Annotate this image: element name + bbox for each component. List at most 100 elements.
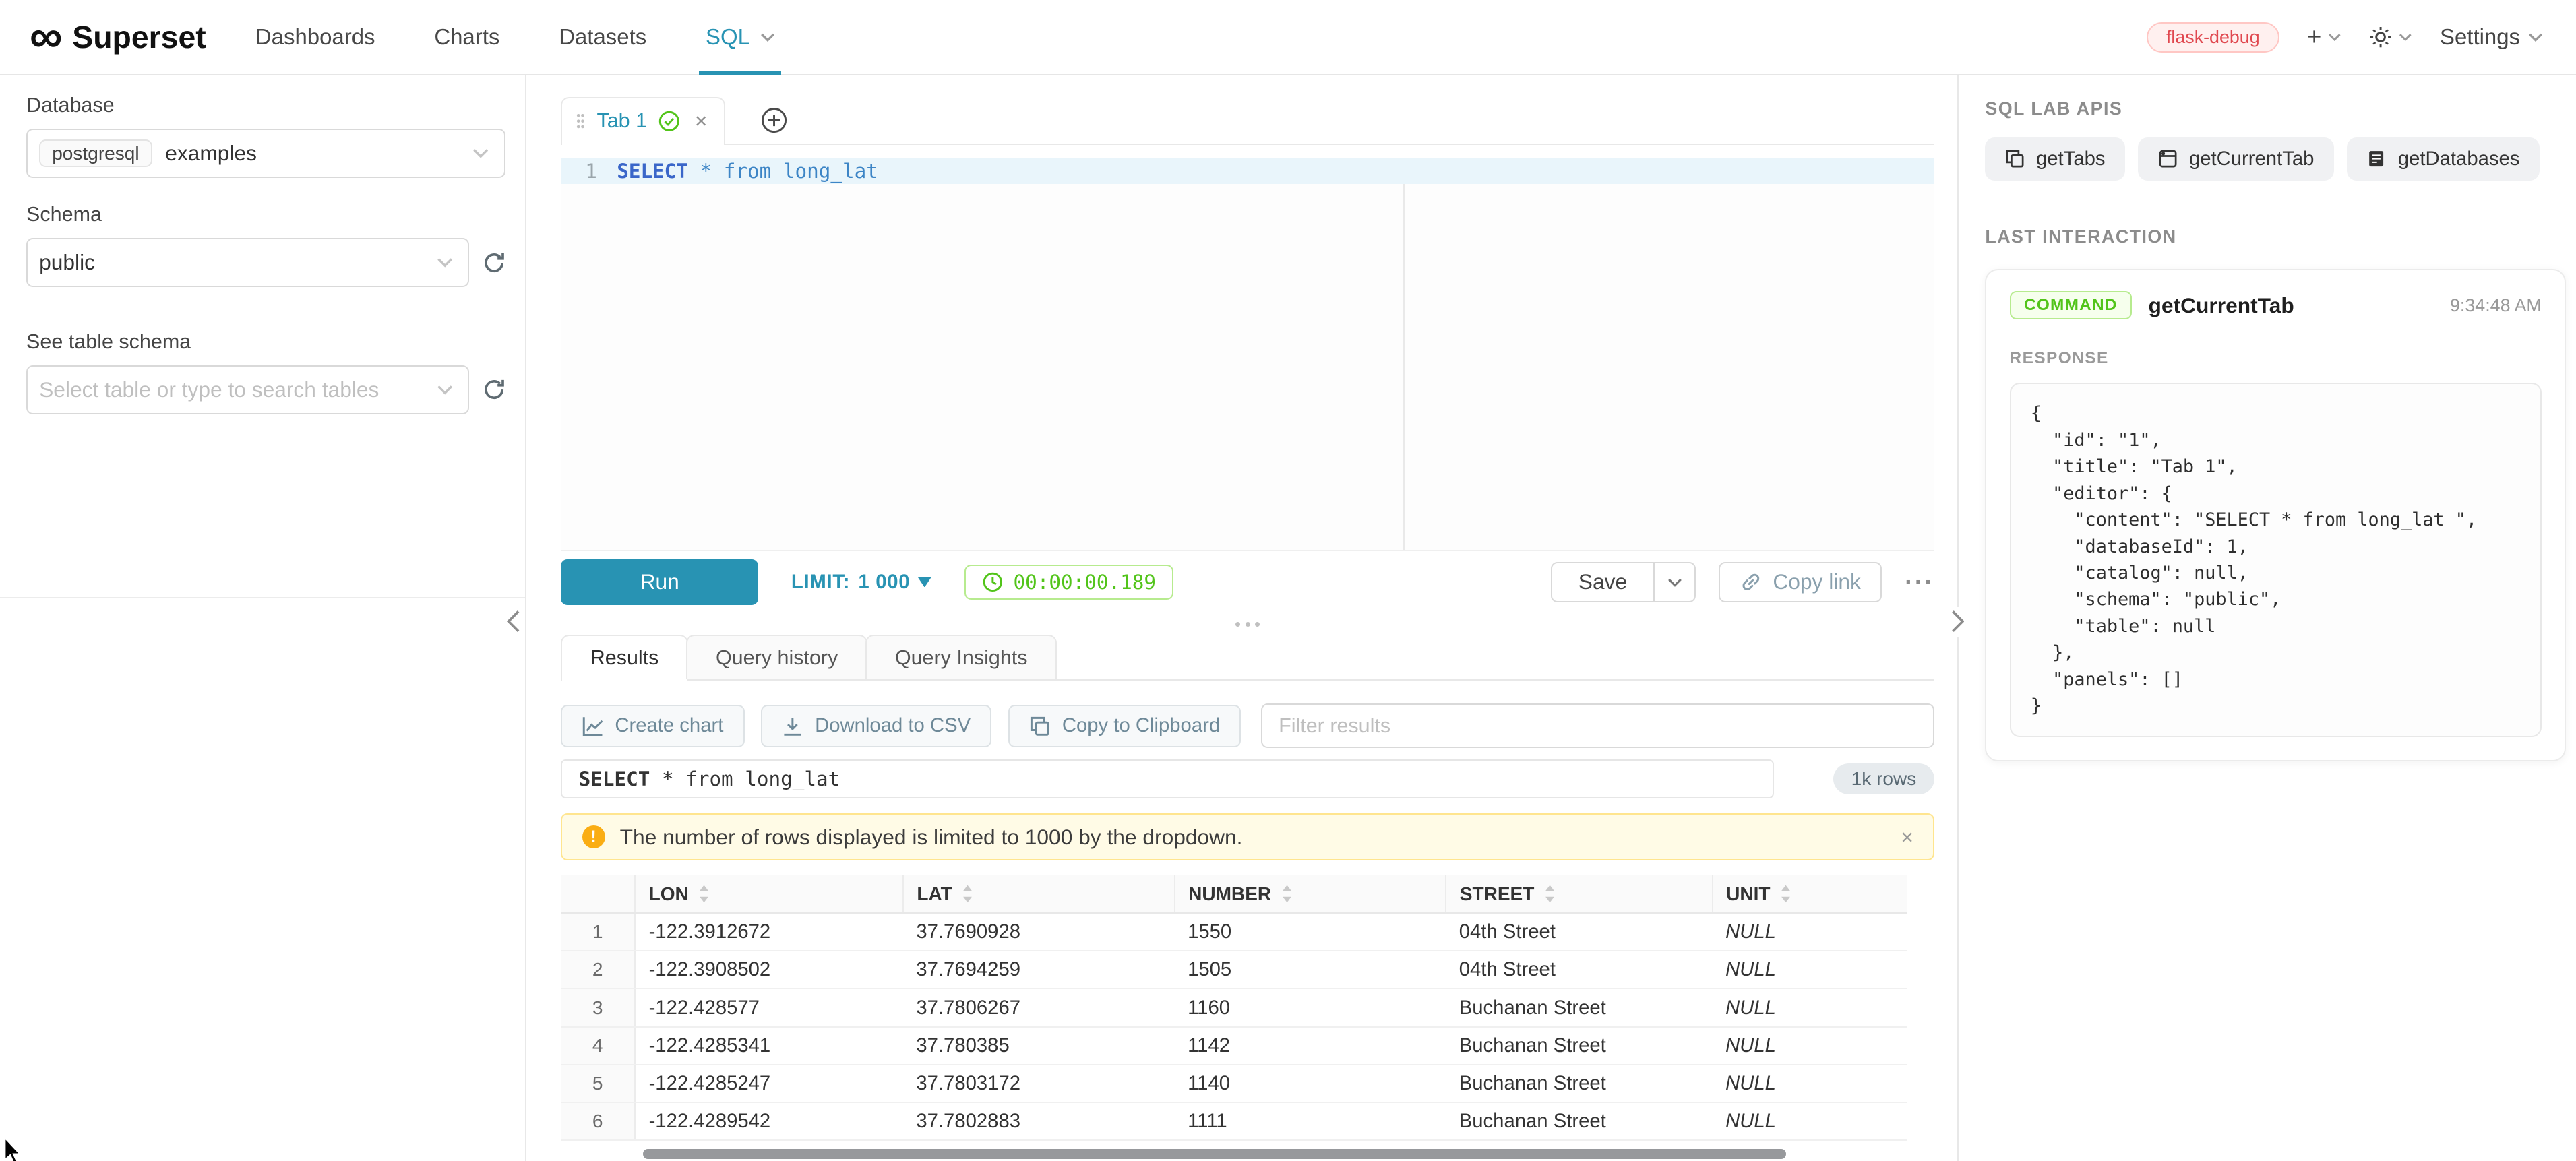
chevron-down-icon <box>472 148 489 158</box>
database-field: Database postgresql examples <box>26 94 505 178</box>
editor-tab[interactable]: Tab 1 × <box>561 97 725 143</box>
settings-menu[interactable]: Settings <box>2440 24 2543 50</box>
cell-lon: -122.4285341 <box>635 1027 903 1065</box>
cell-number: 1111 <box>1175 1102 1446 1140</box>
tabs-icon <box>2005 149 2025 168</box>
print-margin-line <box>1403 158 1405 549</box>
close-alert-icon[interactable]: × <box>1901 825 1913 850</box>
pane-splitter-handle[interactable] <box>561 613 1934 635</box>
database-backend-tag: postgresql <box>39 139 152 167</box>
cell-number: 1160 <box>1175 989 1446 1026</box>
more-options-button[interactable]: ··· <box>1905 568 1934 596</box>
active-code-line: 1 SELECT * from long_lat <box>561 158 1934 184</box>
nav-label: Charts <box>434 24 499 50</box>
download-csv-button[interactable]: Download to CSV <box>761 705 991 747</box>
response-json: { "id": "1", "title": "Tab 1", "editor":… <box>2010 383 2542 737</box>
table-row[interactable]: 3 -122.428577 37.7806267 1160 Buchanan S… <box>561 989 1906 1026</box>
collapse-right-panel-button[interactable] <box>1946 607 1969 637</box>
tab-label: Query history <box>716 646 838 669</box>
copy-to-clipboard-button[interactable]: Copy to Clipboard <box>1008 705 1241 747</box>
table-select[interactable]: Select table or type to search tables <box>26 365 469 414</box>
drag-dots-icon[interactable] <box>576 111 586 131</box>
mouse-cursor <box>3 1138 23 1161</box>
current-tab-icon <box>2158 149 2178 168</box>
column-header-number[interactable]: NUMBER <box>1175 875 1446 913</box>
column-header-street[interactable]: STREET <box>1446 875 1712 913</box>
plus-icon: + <box>2307 23 2321 51</box>
tab-results[interactable]: Results <box>561 635 688 679</box>
nav-label: Datasets <box>559 24 646 50</box>
tab-label: Query Insights <box>895 646 1028 669</box>
button-label: Download to CSV <box>815 714 971 737</box>
chevron-down-icon <box>760 32 775 42</box>
nav-item-sql[interactable]: SQL <box>676 0 804 75</box>
run-query-button[interactable]: Run <box>561 559 758 605</box>
brand-name: Superset <box>72 19 206 55</box>
create-chart-button[interactable]: Create chart <box>561 705 744 747</box>
add-tab-button[interactable] <box>761 107 787 133</box>
content-layout: Database postgresql examples Schema publ… <box>0 75 2576 1161</box>
database-label: Database <box>26 94 505 117</box>
tab-query-insights[interactable]: Query Insights <box>865 635 1057 679</box>
cell-lat: 37.7806267 <box>903 989 1175 1026</box>
get-tabs-button[interactable]: getTabs <box>1985 137 2124 180</box>
column-header-lat[interactable]: LAT <box>903 875 1175 913</box>
table-row[interactable]: 2 -122.3908502 37.7694259 1505 04th Stre… <box>561 951 1906 989</box>
table-row[interactable]: 5 -122.4285247 37.7803172 1140 Buchanan … <box>561 1065 1906 1102</box>
superset-brand[interactable]: ∞ Superset <box>30 16 206 58</box>
new-item-button[interactable]: + <box>2307 23 2341 51</box>
collapse-left-panel-button[interactable] <box>501 607 524 637</box>
tab-label: Results <box>590 646 659 669</box>
cell-street: Buchanan Street <box>1446 989 1712 1026</box>
schema-value: public <box>39 250 95 275</box>
nav-item-dashboards[interactable]: Dashboards <box>226 0 404 75</box>
table-row[interactable]: 4 -122.4285341 37.780385 1142 Buchanan S… <box>561 1027 1906 1065</box>
button-label: getCurrentTab <box>2189 148 2314 170</box>
nav-label: Dashboards <box>255 24 375 50</box>
sql-editor-pane: Tab 1 × 1 SELECT * from long_lat <box>526 75 1957 1161</box>
cell-unit: NULL <box>1713 913 1907 951</box>
sort-icon <box>1544 885 1556 903</box>
nav-item-charts[interactable]: Charts <box>404 0 529 75</box>
refresh-tables-button[interactable] <box>483 378 505 401</box>
cell-unit: NULL <box>1713 1027 1907 1065</box>
table-row[interactable]: 6 -122.4289542 37.7802883 1111 Buchanan … <box>561 1102 1906 1140</box>
cell-street: 04th Street <box>1446 913 1712 951</box>
get-current-tab-button[interactable]: getCurrentTab <box>2138 137 2333 180</box>
interaction-timestamp: 9:34:48 AM <box>2450 295 2542 316</box>
database-select[interactable]: postgresql examples <box>26 129 505 178</box>
cell-unit: NULL <box>1713 951 1907 989</box>
scrollbar-thumb[interactable] <box>643 1149 1786 1159</box>
column-header-unit[interactable]: UNIT <box>1713 875 1907 913</box>
last-interaction-card: COMMAND getCurrentTab 9:34:48 AM RESPONS… <box>1985 269 2566 762</box>
chevron-left-icon <box>507 610 520 633</box>
table-row[interactable]: 1 -122.3912672 37.7690928 1550 04th Stre… <box>561 913 1906 951</box>
cell-number: 1505 <box>1175 951 1446 989</box>
close-tab-icon[interactable]: × <box>695 111 708 132</box>
row-limit-alert: ! The number of rows displayed is limite… <box>561 813 1934 860</box>
alert-text: The number of rows displayed is limited … <box>620 825 1243 850</box>
get-databases-button[interactable]: getDatabases <box>2347 137 2540 180</box>
filter-results-input[interactable] <box>1261 703 1934 748</box>
chart-icon <box>582 716 604 737</box>
column-header-lon[interactable]: LON <box>635 875 903 913</box>
schema-field: Schema public <box>26 203 505 287</box>
schema-select[interactable]: public <box>26 238 469 287</box>
tab-query-history[interactable]: Query history <box>686 635 867 679</box>
refresh-schemas-button[interactable] <box>483 251 505 274</box>
theme-toggle-button[interactable] <box>2369 26 2412 49</box>
cell-street: Buchanan Street <box>1446 1027 1712 1065</box>
limit-dropdown[interactable]: LIMIT: 1 000 <box>791 571 931 594</box>
button-label: getTabs <box>2036 148 2106 170</box>
sql-text: * from long_lat <box>688 160 878 183</box>
sql-code-editor[interactable]: 1 SELECT * from long_lat <box>561 158 1934 551</box>
database-icon <box>2366 149 2386 168</box>
nav-item-datasets[interactable]: Datasets <box>529 0 676 75</box>
cell-lat: 37.780385 <box>903 1027 1175 1065</box>
limit-label: LIMIT: <box>791 571 850 594</box>
copy-link-button[interactable]: Copy link <box>1719 562 1882 603</box>
save-button[interactable]: Save <box>1551 562 1655 603</box>
save-options-button[interactable] <box>1655 562 1696 603</box>
sqllab-left-sidebar: Database postgresql examples Schema publ… <box>0 75 526 1161</box>
warning-icon: ! <box>582 825 605 848</box>
